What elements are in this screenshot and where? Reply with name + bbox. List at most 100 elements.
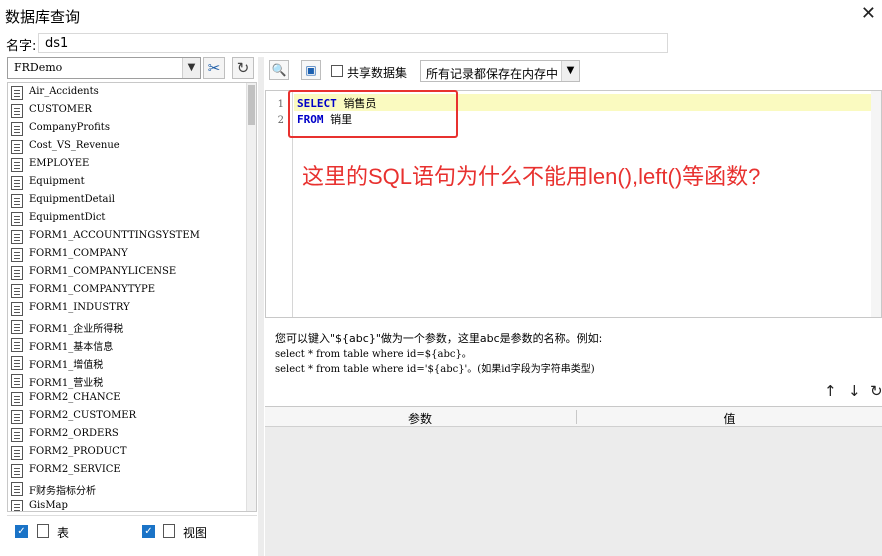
tree-item-label: FORM2_PRODUCT — [29, 446, 127, 457]
view-checkbox[interactable]: ✓ — [142, 525, 155, 538]
parameter-table[interactable]: 参数 值 — [265, 406, 882, 556]
arrow-down-icon[interactable]: ↓ — [848, 382, 861, 400]
table-icon — [11, 356, 23, 370]
tree-scrollbar[interactable] — [246, 83, 256, 511]
panel-splitter[interactable] — [258, 57, 264, 556]
tree-item[interactable]: FORM1_COMPANY — [8, 246, 244, 264]
tree-item[interactable]: EMPLOYEE — [8, 156, 244, 174]
table-tree[interactable]: Air_Accidents CUSTOMER CompanyProfits Cost_… — [7, 82, 257, 512]
refresh-icon[interactable]: ↻ — [870, 382, 882, 400]
table-filter-label: 表 — [57, 526, 70, 540]
name-input[interactable] — [38, 33, 668, 53]
tree-item[interactable]: FORM1_基本信息 — [8, 336, 244, 354]
table-icon — [11, 428, 23, 442]
tree-item[interactable]: GisMap — [8, 498, 244, 511]
tree-item[interactable]: EquipmentDetail — [8, 192, 244, 210]
tree-item[interactable]: FORM1_企业所得税 — [8, 318, 244, 336]
table-icon — [11, 140, 23, 154]
tree-item-label: EquipmentDetail — [29, 194, 115, 205]
hint-example: select * from table where id=${abc}。 — [275, 349, 472, 360]
tree-item-label: FORM1_基本信息 — [29, 342, 114, 353]
table-icon — [11, 248, 23, 262]
table-icon — [11, 104, 23, 118]
table-icon — [11, 122, 23, 136]
query-toolbar: 🔍 ▣ 共享数据集 所有记录都保存在内存中 ▼ — [265, 57, 882, 85]
hint-example: select * from table where id='${abc}'。(如… — [275, 364, 595, 375]
tree-item[interactable]: CompanyProfits — [8, 120, 244, 138]
tree-item[interactable]: FORM1_营业税 — [8, 372, 244, 390]
name-label: 名字: — [6, 39, 37, 54]
tree-item[interactable]: F财务指标分析 — [8, 480, 244, 498]
connection-value: FRDemo — [14, 61, 63, 74]
value-column-header[interactable]: 值 — [577, 410, 882, 427]
table-icon — [11, 446, 23, 460]
table-icon — [11, 500, 23, 511]
preview-icon[interactable]: 🔍 — [269, 60, 289, 80]
table-icon — [11, 410, 23, 424]
table-icon — [11, 392, 23, 406]
tree-item-label: FORM1_COMPANYLICENSE — [29, 266, 177, 277]
tree-item[interactable]: FORM2_CUSTOMER — [8, 408, 244, 426]
title-bar: 数据库查询 ✕ — [0, 0, 882, 32]
table-icon — [11, 482, 23, 496]
connection-select[interactable]: FRDemo ▼ — [7, 57, 201, 79]
arrow-up-icon[interactable]: ↑ — [824, 382, 837, 400]
chevron-down-icon[interactable]: ▼ — [561, 61, 579, 81]
tools-icon[interactable]: ✂ — [203, 57, 225, 79]
tree-item[interactable]: FORM2_CHANCE — [8, 390, 244, 408]
tree-item[interactable]: FORM1_增值税 — [8, 354, 244, 372]
tree-item[interactable]: Cost_VS_Revenue — [8, 138, 244, 156]
name-row: 名字: — [0, 32, 882, 54]
left-panel: FRDemo ▼ ✂ ↻ Air_Accidents CUSTOMER Compan… — [5, 57, 257, 556]
table-icon — [11, 176, 23, 190]
tree-item[interactable]: Equipment — [8, 174, 244, 192]
table-checkbox[interactable]: ✓ — [15, 525, 28, 538]
table-icon — [11, 320, 23, 334]
window-title: 数据库查询 — [5, 8, 81, 26]
table-icon — [11, 266, 23, 280]
tree-item-label: EquipmentDict — [29, 212, 106, 223]
tree-item-label: FORM2_CHANCE — [29, 392, 121, 403]
table-icon — [11, 302, 23, 316]
tree-item-label: FORM1_INDUSTRY — [29, 302, 130, 313]
close-icon[interactable]: ✕ — [861, 3, 876, 24]
hint-line: 您可以键入"${abc}"做为一个参数，这里abc是参数的名称。例如: — [275, 332, 603, 345]
editor-scrollbar[interactable] — [871, 91, 881, 317]
tree-item-label: FORM2_ORDERS — [29, 428, 119, 439]
table-icon — [11, 158, 23, 172]
tree-item[interactable]: FORM2_ORDERS — [8, 426, 244, 444]
tree-item[interactable]: FORM2_PRODUCT — [8, 444, 244, 462]
chevron-down-icon[interactable]: ▼ — [182, 58, 200, 78]
parameter-tools: ↑ ↓ ↻ — [812, 382, 882, 402]
scroll-thumb[interactable] — [248, 85, 255, 125]
save-icon[interactable]: ▣ — [301, 60, 321, 80]
param-column-header[interactable]: 参数 — [265, 410, 575, 427]
type-filter: ✓ 表 ✓ 视图 — [7, 515, 257, 555]
tree-item[interactable]: Air_Accidents — [8, 84, 244, 102]
annotation-highlight-box — [288, 90, 458, 138]
table-icon — [11, 230, 23, 244]
sql-editor[interactable]: 1 2 SELECT 销售员 FROM 销里 这里的SQL语句为什么不能用len… — [265, 90, 882, 318]
tree-item[interactable]: FORM1_COMPANYTYPE — [8, 282, 244, 300]
tree-item[interactable]: FORM1_ACCOUNTTINGSYSTEM — [8, 228, 244, 246]
tree-item[interactable]: EquipmentDict — [8, 210, 244, 228]
view-icon — [163, 524, 175, 538]
refresh-icon[interactable]: ↻ — [232, 57, 254, 79]
tree-item-label: EMPLOYEE — [29, 158, 90, 169]
shared-dataset-checkbox[interactable] — [331, 65, 343, 77]
parameter-hint: 您可以键入"${abc}"做为一个参数，这里abc是参数的名称。例如: sele… — [275, 330, 602, 375]
tree-item-label: FORM1_ACCOUNTTINGSYSTEM — [29, 230, 200, 241]
tree-item-label: CompanyProfits — [29, 122, 110, 133]
table-icon — [11, 464, 23, 478]
tree-item[interactable]: FORM1_INDUSTRY — [8, 300, 244, 318]
tree-item-label: Equipment — [29, 176, 85, 187]
tree-item[interactable]: FORM2_SERVICE — [8, 462, 244, 480]
table-icon — [11, 194, 23, 208]
tree-item-label: FORM2_SERVICE — [29, 464, 121, 475]
table-icon — [11, 374, 23, 388]
tree-item-label: FORM1_增值税 — [29, 360, 104, 371]
storage-mode-select[interactable]: 所有记录都保存在内存中 ▼ — [420, 60, 580, 82]
tree-item-label: GisMap — [29, 500, 68, 511]
tree-item[interactable]: FORM1_COMPANYLICENSE — [8, 264, 244, 282]
tree-item[interactable]: CUSTOMER — [8, 102, 244, 120]
